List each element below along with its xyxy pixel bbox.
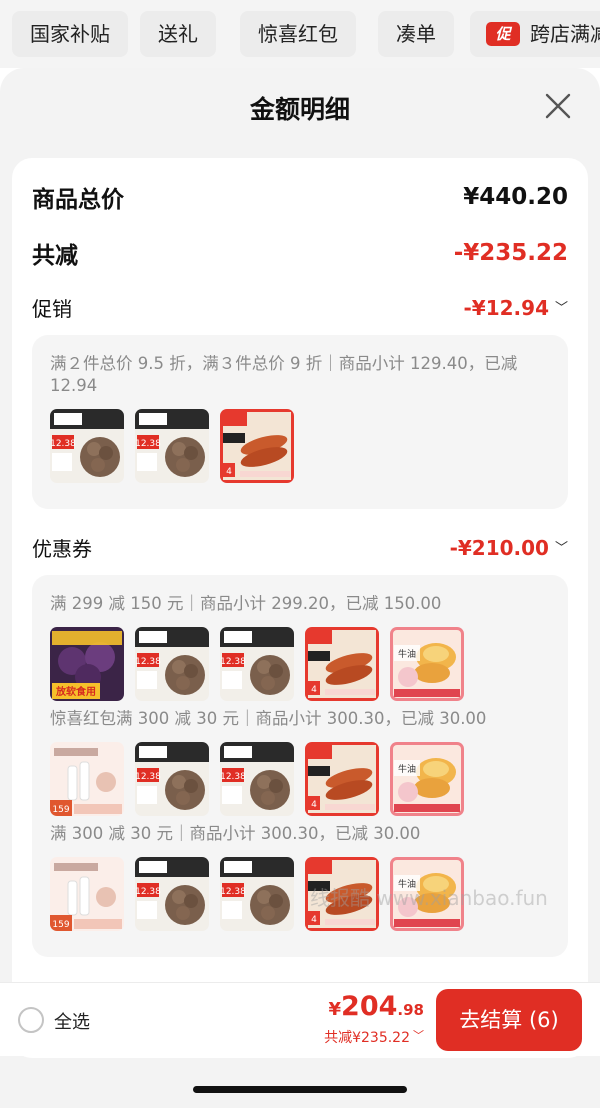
tab-national-subsidy[interactable]: 国家补贴 — [12, 11, 128, 57]
goods-total-value: ¥440.20 — [463, 184, 568, 210]
top-tab-bar: 国家补贴 送礼 惊喜红包 凑单 促跨店满减 — [0, 0, 600, 68]
product-thumbnail[interactable]: 4 — [305, 742, 379, 816]
product-thumbnail[interactable]: 12.38 — [135, 409, 209, 483]
reduce-value: -¥235.22 — [453, 240, 568, 266]
chevron-down-icon: ﹀ — [554, 300, 568, 316]
svg-text:12.38: 12.38 — [135, 887, 161, 897]
svg-text:牛油: 牛油 — [398, 648, 416, 660]
amount-detail-card: 商品总价 ¥440.20 共减 -¥235.22 促销 -¥12.94 ﹀ 满２件… — [12, 158, 588, 1058]
promotion-row[interactable]: 促销 -¥12.94 ﹀ — [32, 293, 568, 322]
promo-tab-label: 跨店满减 — [530, 22, 600, 46]
product-thumbnail[interactable]: 12.38 — [220, 857, 294, 931]
svg-text:12.38: 12.38 — [50, 439, 76, 449]
coupon-rule-text: 惊喜红包满 300 减 30 元｜商品小计 300.30，已减 30.00 — [50, 709, 487, 728]
svg-text:159: 159 — [52, 805, 69, 815]
promotion-detail-box: 满２件总价 9.5 折，满３件总价 9 折｜商品小计 129.40，已减 12.… — [32, 335, 568, 509]
product-thumbnail[interactable]: 12.38 — [220, 627, 294, 701]
product-thumbnail[interactable]: 放软食用 — [50, 627, 124, 701]
select-all-label[interactable]: 全选 — [54, 1008, 90, 1034]
product-thumbnail[interactable]: 牛油 — [390, 627, 464, 701]
svg-text:12.38: 12.38 — [135, 657, 161, 667]
svg-text:12.38: 12.38 — [220, 887, 246, 897]
checkout-button[interactable]: 去结算 (6) — [436, 989, 582, 1051]
coupon-rule-text: 满 300 减 30 元｜商品小计 300.30，已减 30.00 — [50, 824, 421, 843]
watermark: 线报酷 www.xianbao.fun — [310, 886, 548, 910]
amount-detail-sheet: 金额明细 商品总价 ¥440.20 共减 -¥235.22 促销 -¥12.94… — [0, 68, 600, 1108]
promotion-thumbs: 12.38 12.38 4 — [50, 409, 294, 483]
tab-cross-store-promo[interactable]: 促跨店满减 — [470, 11, 600, 57]
coupon-value: -¥210.00 — [449, 535, 549, 560]
home-indicator — [193, 1086, 407, 1093]
tab-combine-order[interactable]: 凑单 — [378, 11, 454, 57]
chevron-down-icon: ﹀ — [554, 540, 568, 556]
product-thumbnail[interactable]: 4 — [305, 627, 379, 701]
coupon-rule-text: 满 299 减 150 元｜商品小计 299.20，已减 150.00 — [50, 594, 442, 613]
svg-text:牛油: 牛油 — [398, 763, 416, 775]
coupon-row[interactable]: 优惠券 -¥210.00 ﹀ — [32, 533, 568, 562]
svg-text:12.38: 12.38 — [220, 657, 246, 667]
goods-total-label: 商品总价 — [32, 187, 124, 213]
sheet-title: 金额明细 — [249, 95, 350, 124]
total-reduce[interactable]: 共减¥235.22 ﹀ — [324, 1027, 424, 1047]
svg-text:4: 4 — [226, 467, 232, 477]
product-thumbnail[interactable]: 牛油 — [390, 742, 464, 816]
price-integer: 204 — [341, 991, 398, 1022]
product-thumbnail[interactable]: 159 — [50, 857, 124, 931]
close-icon[interactable] — [540, 88, 576, 124]
tab-gift[interactable]: 送礼 — [140, 11, 216, 57]
svg-text:4: 4 — [311, 685, 317, 695]
product-thumbnail[interactable]: 12.38 — [220, 742, 294, 816]
svg-text:12.38: 12.38 — [220, 772, 246, 782]
promotion-label: 促销 — [32, 297, 72, 321]
svg-text:4: 4 — [311, 800, 317, 810]
product-thumbnail[interactable]: 4 — [220, 409, 294, 483]
price-currency: ¥ — [328, 999, 342, 1020]
total-reduce-text: 共减¥235.22 — [324, 1030, 410, 1046]
product-thumbnail[interactable]: 12.38 — [135, 742, 209, 816]
promotion-value: -¥12.94 — [463, 295, 549, 320]
coupon-label: 优惠券 — [32, 537, 92, 561]
product-thumbnail[interactable]: 12.38 — [50, 409, 124, 483]
price-decimal: .98 — [397, 1001, 424, 1019]
select-all-radio[interactable] — [18, 1007, 44, 1033]
svg-text:12.38: 12.38 — [135, 439, 161, 449]
svg-text:放软食用: 放软食用 — [55, 685, 96, 698]
svg-text:4: 4 — [311, 915, 317, 925]
svg-text:159: 159 — [52, 920, 69, 930]
tab-surprise-redpacket[interactable]: 惊喜红包 — [240, 11, 356, 57]
svg-text:12.38: 12.38 — [135, 772, 161, 782]
checkout-bar: 全选 ¥204.98 共减¥235.22 ﹀ 去结算 (6) — [0, 982, 600, 1056]
reduce-label: 共减 — [32, 243, 78, 269]
total-price: ¥204.98 — [329, 991, 424, 1022]
promotion-rule-text: 满２件总价 9.5 折，满３件总价 9 折｜商品小计 129.40，已减 12.… — [50, 354, 518, 395]
coupon-thumbs: 放软食用 12.38 12.38 4 牛油 — [50, 627, 464, 701]
reduce-row: 共减 -¥235.22 — [32, 236, 568, 270]
product-thumbnail[interactable]: 12.38 — [135, 627, 209, 701]
goods-total-row: 商品总价 ¥440.20 — [32, 180, 568, 214]
product-thumbnail[interactable]: 159 — [50, 742, 124, 816]
coupon-thumbs: 159 12.38 12.38 4 牛油 — [50, 742, 464, 816]
chevron-down-icon: ﹀ — [413, 1029, 424, 1042]
promo-badge: 促 — [486, 22, 520, 46]
product-thumbnail[interactable]: 12.38 — [135, 857, 209, 931]
